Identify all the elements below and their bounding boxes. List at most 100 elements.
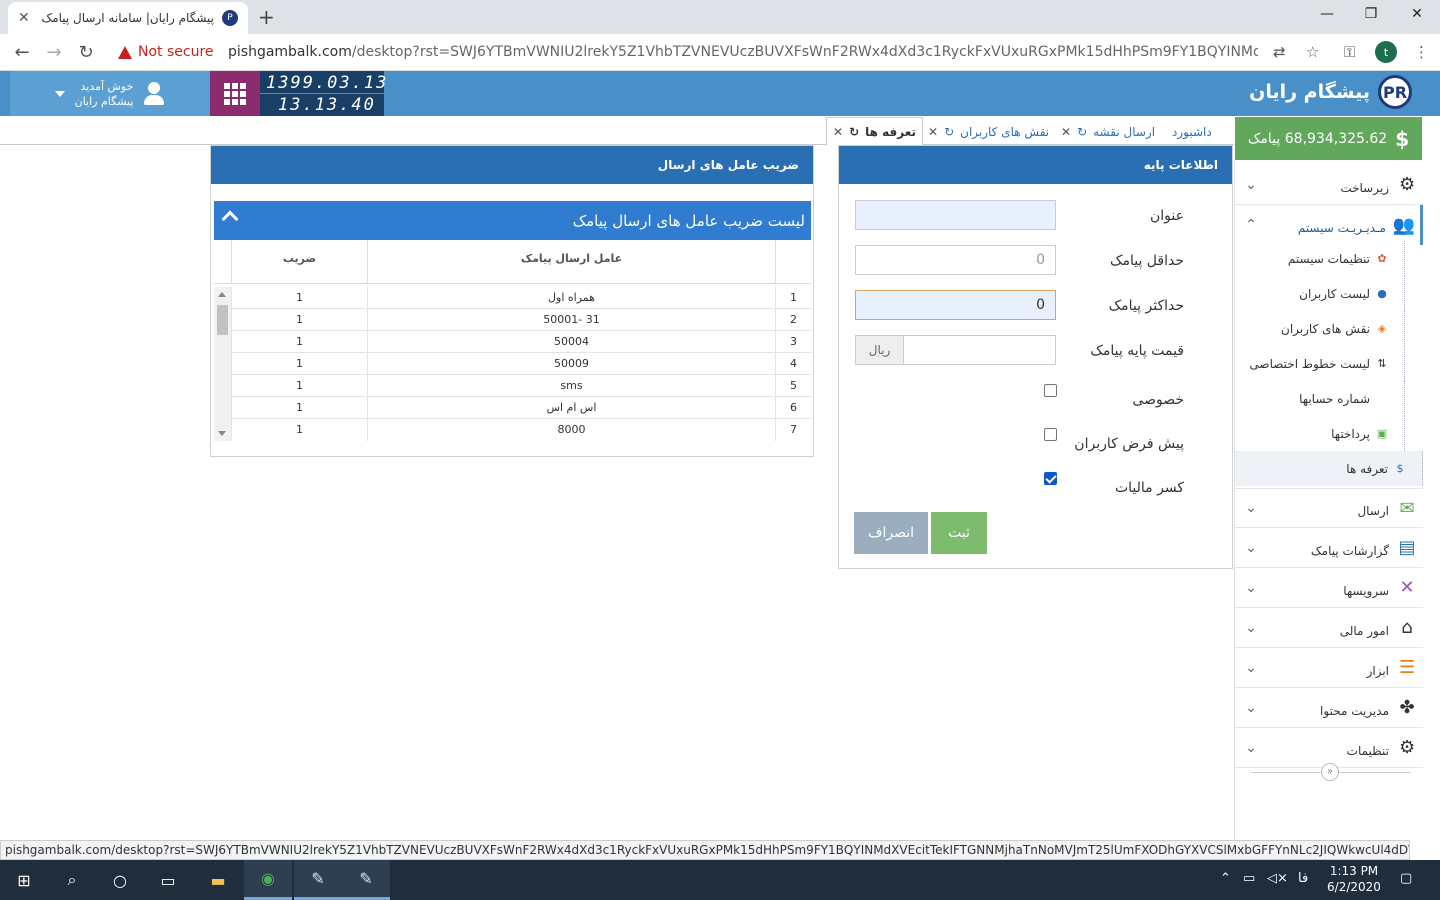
- double-chevron-icon[interactable]: »: [1321, 763, 1339, 781]
- refresh-icon[interactable]: ↻: [944, 125, 954, 139]
- max-sms-input[interactable]: 0: [855, 290, 1056, 320]
- minimize-icon[interactable]: —: [1312, 6, 1342, 22]
- submenu-item-accounts[interactable]: شماره حسابها: [1235, 381, 1405, 416]
- sidebar-item-content-management[interactable]: ✤ مدیریت محتوا ⌄: [1235, 688, 1423, 728]
- table-row[interactable]: 1 اس ام اس 6: [231, 397, 811, 419]
- table-row[interactable]: 1 همراه اول 1: [231, 287, 811, 309]
- save-button[interactable]: ثبت: [931, 512, 987, 554]
- cell-operator: 50001- 31: [367, 309, 775, 331]
- private-checkbox[interactable]: [1044, 384, 1057, 397]
- site-favicon-icon: P: [222, 10, 238, 26]
- sidebar-item-finance[interactable]: ⌂ امور مالی ⌄: [1235, 608, 1423, 648]
- cortana-icon[interactable]: ○: [96, 860, 144, 900]
- browser-tab[interactable]: P پیشگام رایان| سامانه ارسال پیامک ان ✕: [8, 2, 248, 34]
- submenu-item-users-list[interactable]: ● لیست کاربران: [1235, 276, 1405, 311]
- network-icon[interactable]: ▭: [1243, 871, 1255, 886]
- title-label: عنوان: [1150, 208, 1184, 224]
- security-warning[interactable]: Not secure: [118, 44, 214, 60]
- speaker-muted-icon[interactable]: ◁×: [1267, 871, 1288, 886]
- sidebar-item-system-management[interactable]: 👥 مـدیـریـت سیستم ⌃: [1235, 205, 1423, 245]
- tab-label: داشبورد: [1172, 124, 1212, 139]
- user-menu[interactable]: خوش آمدید پیشگام رایان: [10, 71, 210, 116]
- notifications-icon[interactable]: ▢: [1400, 871, 1412, 886]
- min-sms-input[interactable]: 0: [855, 245, 1056, 275]
- tab-user-roles[interactable]: نقش های کاربران ↻ ✕: [922, 117, 1055, 146]
- address-bar[interactable]: pishgambalk.com/desktop?rst=SWJ6YTBmVWNI…: [228, 44, 1258, 60]
- system-clock[interactable]: 1:13 PM 6/2/2020: [1318, 863, 1390, 895]
- brand-name: پیشگام رایان: [1249, 81, 1370, 103]
- tab-tariffs[interactable]: تعرفه ها ↻ ✕: [826, 117, 924, 146]
- submenu-item-system-settings[interactable]: ✿ تنظیمات سیستم: [1235, 241, 1405, 276]
- close-icon[interactable]: ✕: [833, 125, 843, 139]
- sidebar-item-tools[interactable]: ☰ ابزار ⌄: [1235, 648, 1423, 688]
- cell-factor: 1: [231, 331, 367, 353]
- grid-scrollbar[interactable]: [214, 287, 231, 441]
- col-factor[interactable]: ضریب: [231, 240, 367, 284]
- cancel-button[interactable]: انصراف: [854, 512, 928, 554]
- windows-start-icon[interactable]: ⊞: [0, 860, 48, 900]
- sidebar-item-infrastructure[interactable]: ⚙ زیرساخت ⌄: [1235, 165, 1423, 205]
- apps-grid-button[interactable]: [210, 71, 260, 116]
- close-window-icon[interactable]: ✕: [1402, 6, 1432, 22]
- paint-app-icon-2[interactable]: ✎: [342, 860, 390, 900]
- submenu-item-payments[interactable]: ▣ پرداختها: [1235, 416, 1405, 451]
- restore-icon[interactable]: ❐: [1356, 6, 1386, 22]
- dollar-icon: $: [1396, 462, 1404, 475]
- date-time-display: 1399.03.13 13.13.40: [260, 71, 386, 116]
- close-icon[interactable]: ✕: [928, 125, 938, 139]
- caret-down-icon: [54, 90, 65, 97]
- sidebar-item-services[interactable]: ✕ سرویسها ⌄: [1235, 568, 1423, 608]
- translate-icon[interactable]: ⇄: [1273, 43, 1286, 61]
- title-input[interactable]: [855, 200, 1056, 230]
- star-icon[interactable]: ☆: [1306, 43, 1319, 61]
- table-row[interactable]: 1 8000 7: [231, 419, 811, 441]
- new-tab-icon[interactable]: +: [258, 5, 275, 29]
- file-explorer-icon[interactable]: ▬: [194, 860, 242, 900]
- language-indicator[interactable]: فا: [1298, 871, 1308, 886]
- table-row[interactable]: 1 50001- 31 2: [231, 309, 811, 331]
- collapse-up-icon[interactable]: [221, 210, 239, 228]
- table-row[interactable]: 1 50004 3: [231, 331, 811, 353]
- default-checkbox[interactable]: [1044, 428, 1057, 441]
- key-icon[interactable]: ⚿: [1344, 43, 1355, 61]
- crossed-arrows-icon: ✕: [1399, 577, 1415, 598]
- sidebar-item-settings[interactable]: ⚙ تنظیمات ⌄: [1235, 728, 1423, 768]
- tab-send-map[interactable]: ارسال نقشه ↻ ✕: [1055, 117, 1161, 146]
- tax-checkbox[interactable]: [1044, 472, 1057, 485]
- max-sms-label: حداکثر پیامک: [1108, 298, 1184, 314]
- cell-operator: 50009: [367, 353, 775, 375]
- submenu-item-dedicated-lines[interactable]: ⇅ لیست خطوط اختصاصی: [1235, 346, 1405, 381]
- sidebar-item-sms-reports[interactable]: ▤ گزارشات پیامک ⌄: [1235, 528, 1423, 568]
- scroll-up-icon[interactable]: [218, 292, 226, 297]
- refresh-icon[interactable]: ↻: [849, 125, 859, 139]
- submenu-label: تعرفه ها: [1346, 461, 1388, 476]
- tab-dashboard[interactable]: داشبورد: [1166, 117, 1218, 146]
- sidebar-item-send[interactable]: ✉ ارسال ⌄: [1235, 488, 1423, 528]
- search-icon[interactable]: ⌕: [48, 860, 96, 900]
- forward-icon[interactable]: →: [42, 42, 66, 63]
- reload-icon[interactable]: ↻: [74, 42, 98, 63]
- sidebar: ⚙ زیرساخت ⌄ 👥 مـدیـریـت سیستم ⌃ ✿ تنظیمات…: [1234, 160, 1440, 840]
- table-row[interactable]: 1 50009 4: [231, 353, 811, 375]
- task-view-icon[interactable]: ▭: [144, 860, 192, 900]
- scroll-thumb[interactable]: [217, 305, 228, 335]
- profile-avatar[interactable]: t: [1375, 41, 1397, 63]
- menu-dots-icon[interactable]: ⋮: [1414, 43, 1429, 61]
- chrome-icon[interactable]: ◉: [244, 860, 292, 900]
- tab-label: ارسال نقشه: [1093, 124, 1156, 139]
- submenu-item-tariffs[interactable]: $ تعرفه ها: [1235, 451, 1423, 486]
- submenu-item-user-roles[interactable]: ◈ نقش های کاربران: [1235, 311, 1405, 346]
- clock-date: 6/2/2020: [1327, 880, 1381, 894]
- table-row[interactable]: 1 sms 5: [231, 375, 811, 397]
- cell-number: 1: [775, 287, 811, 309]
- tray-chevron-icon[interactable]: ⌃: [1220, 871, 1231, 886]
- close-tab-icon[interactable]: ✕: [18, 10, 30, 26]
- base-price-input[interactable]: ریال: [855, 335, 1056, 365]
- close-icon[interactable]: ✕: [1061, 125, 1071, 139]
- col-operator[interactable]: عامل ارسال پیامک: [367, 240, 775, 284]
- refresh-icon[interactable]: ↻: [1077, 125, 1087, 139]
- paint-app-icon[interactable]: ✎: [294, 860, 342, 900]
- chevron-down-icon: ⌄: [1245, 539, 1257, 556]
- scroll-down-icon[interactable]: [218, 431, 226, 436]
- back-icon[interactable]: ←: [10, 42, 34, 63]
